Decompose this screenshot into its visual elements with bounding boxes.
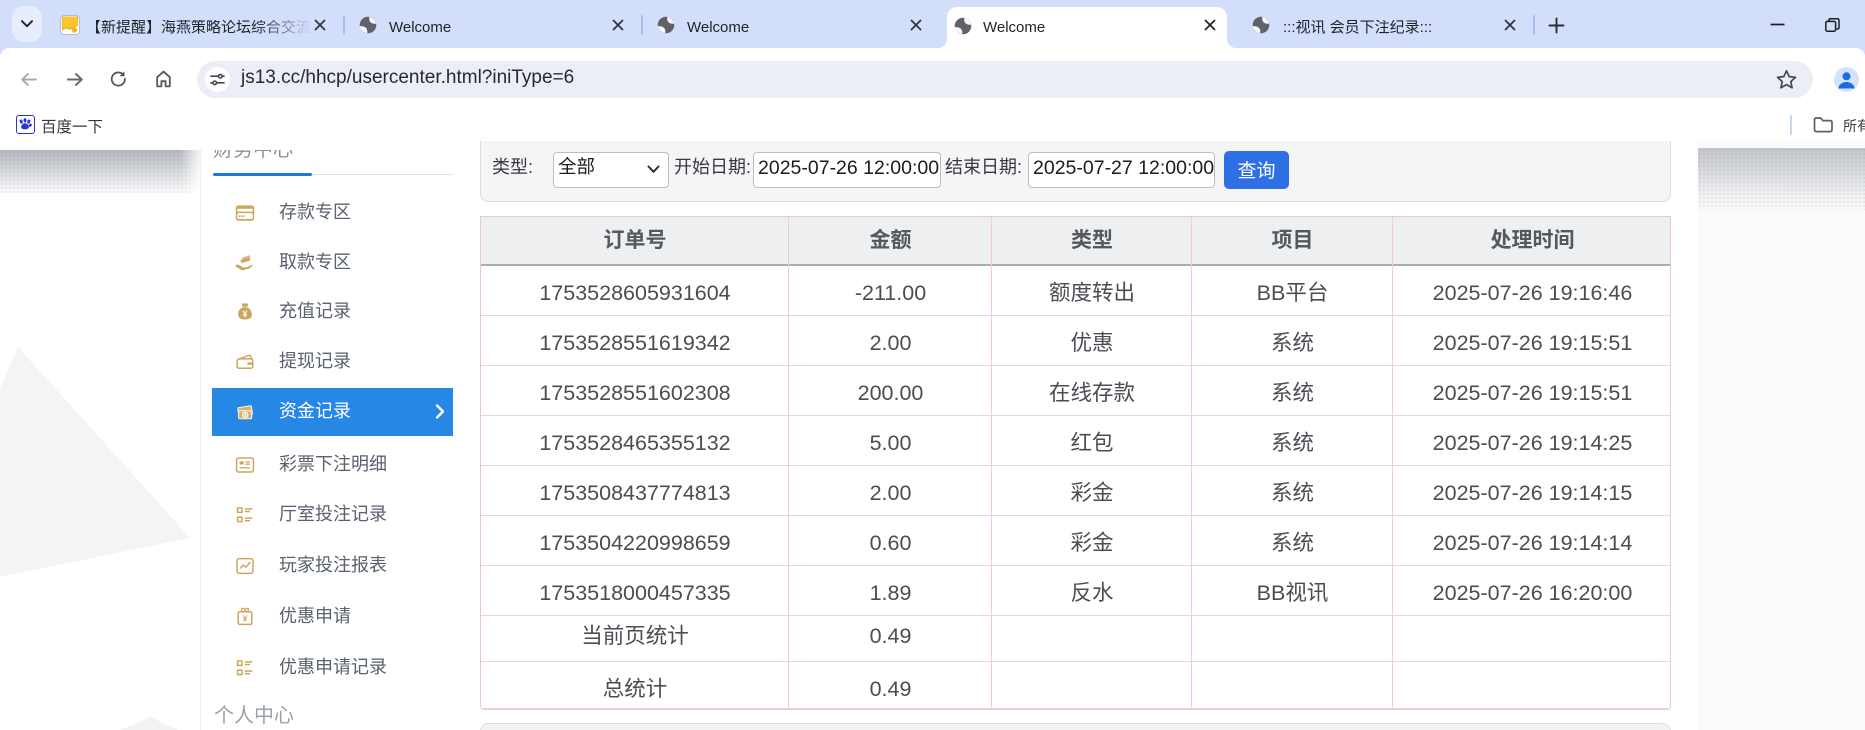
svg-text:¥: ¥ bbox=[243, 614, 248, 624]
svg-text:¥: ¥ bbox=[242, 309, 247, 319]
